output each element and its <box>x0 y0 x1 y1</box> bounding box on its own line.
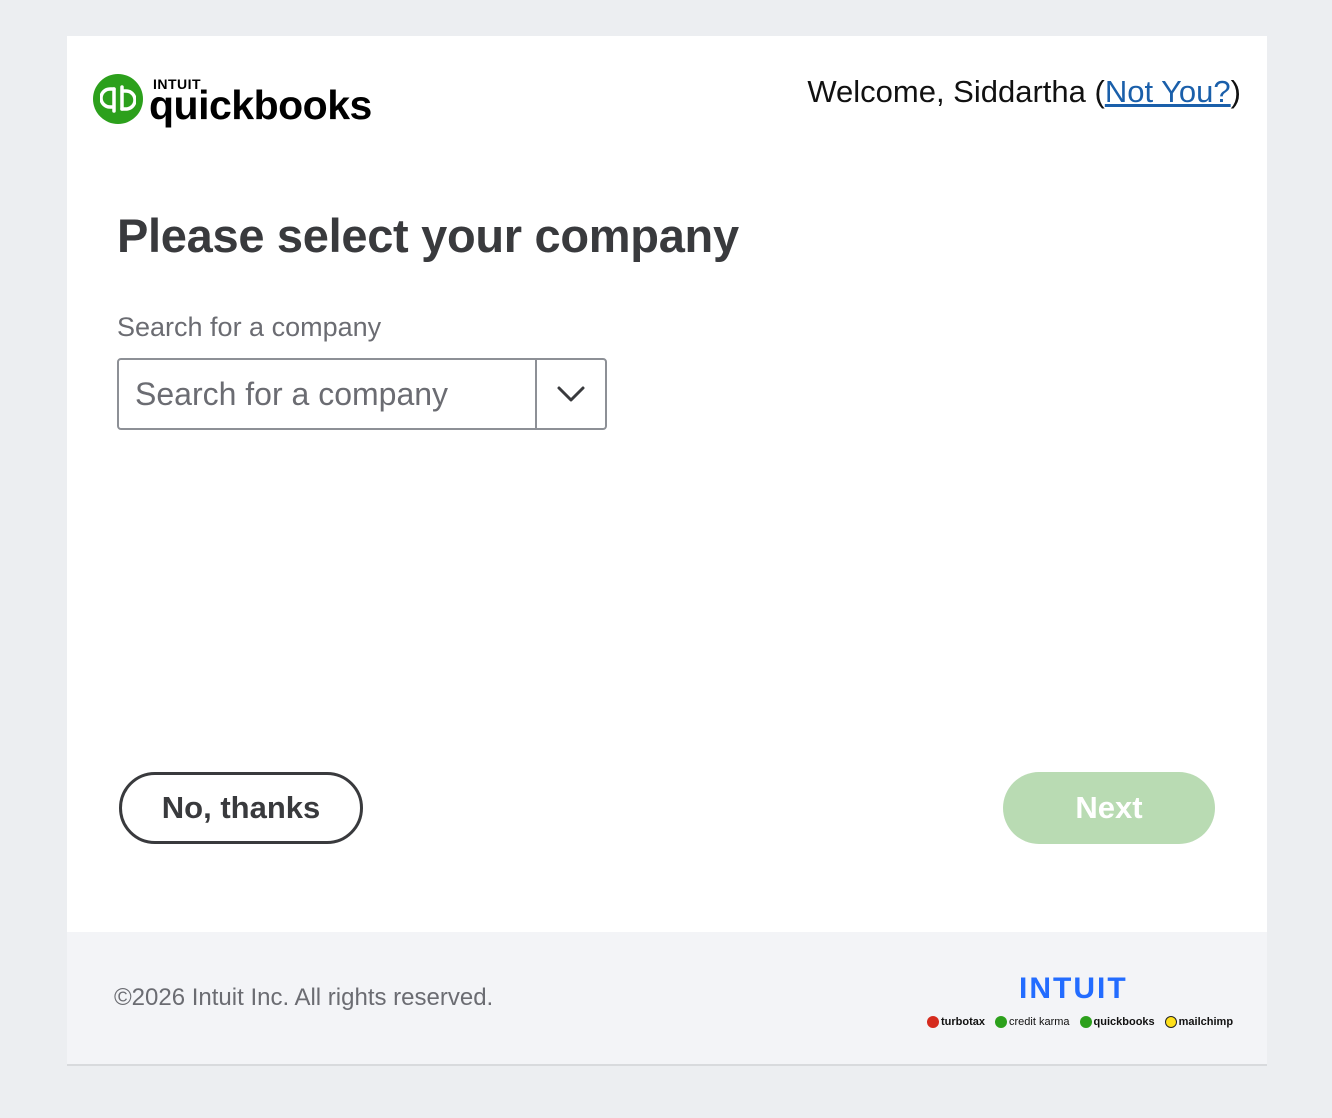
family-label: mailchimp <box>1178 1016 1234 1028</box>
next-button[interactable]: Next <box>1003 772 1215 844</box>
dropdown-toggle-button[interactable] <box>535 360 605 428</box>
intuit-logo: INTUIT <box>1019 972 1128 1005</box>
no-thanks-button[interactable]: No, thanks <box>119 772 363 844</box>
family-label: credit karma <box>1009 1016 1070 1028</box>
company-combobox <box>117 358 607 430</box>
search-label: Search for a company <box>117 312 382 342</box>
family-item-credit-karma: credit karma <box>995 1016 1070 1028</box>
family-label: quickbooks <box>1093 1016 1155 1028</box>
company-select-card: INTUIT quickbooks Welcome, Siddartha (No… <box>67 36 1267 1066</box>
copyright-text: ©2026 Intuit Inc. All rights reserved. <box>114 984 494 1011</box>
family-item-turbotax: turbotax <box>927 1016 985 1028</box>
welcome-close-paren: ) <box>1230 74 1241 109</box>
quickbooks-badge-icon <box>93 74 143 124</box>
family-item-mailchimp: mailchimp <box>1164 1016 1234 1028</box>
family-item-quickbooks: quickbooks <box>1079 1016 1155 1028</box>
welcome-message: Welcome, Siddartha (Not You?) <box>807 74 1241 110</box>
logo-wordmark: quickbooks <box>149 82 372 128</box>
footer: ©2026 Intuit Inc. All rights reserved. I… <box>67 932 1267 1064</box>
quickbooks-icon <box>1079 1016 1092 1028</box>
mailchimp-icon <box>1164 1016 1177 1028</box>
family-label: turbotax <box>941 1016 985 1028</box>
page-title: Please select your company <box>117 209 739 262</box>
not-you-link[interactable]: Not You? <box>1105 74 1231 109</box>
turbotax-icon <box>927 1016 939 1028</box>
welcome-text: Welcome, Siddartha ( <box>807 74 1105 109</box>
credit-karma-icon <box>995 1016 1007 1028</box>
intuit-family-brands: turbotax credit karma quickbooks mailchi… <box>927 1016 1233 1028</box>
company-search-input[interactable] <box>119 360 535 428</box>
quickbooks-logo: INTUIT quickbooks <box>93 70 372 128</box>
chevron-down-icon <box>557 386 585 402</box>
